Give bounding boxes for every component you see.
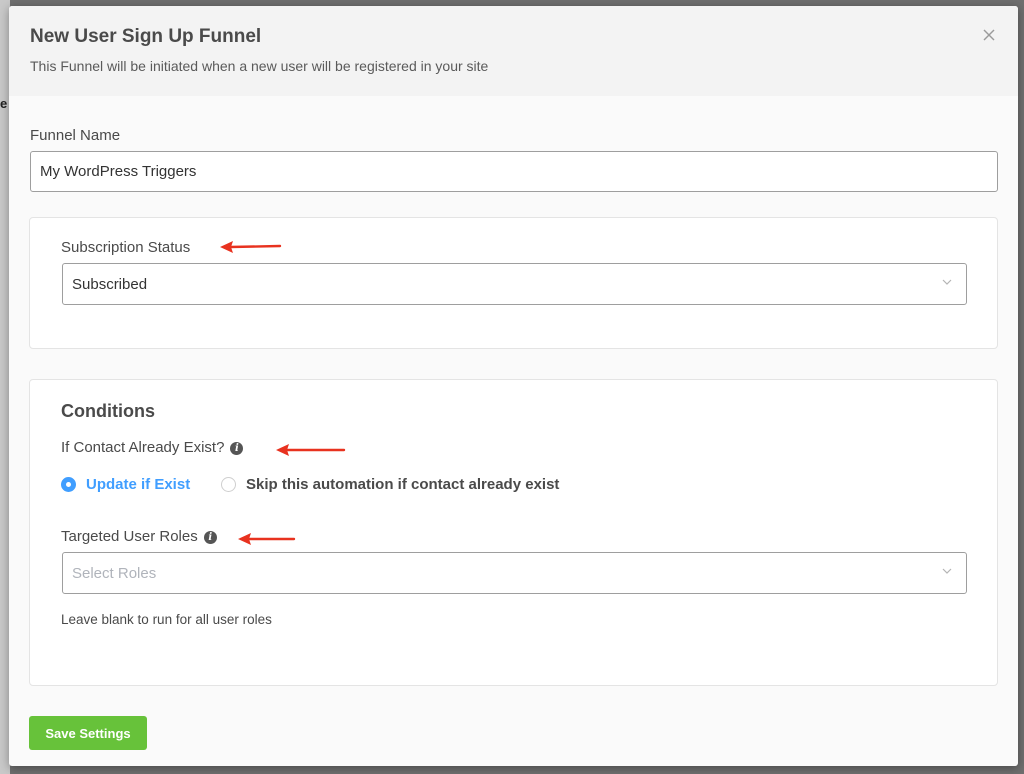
targeted-roles-label: Targeted User Roles i <box>61 528 217 545</box>
conditions-card: Conditions If Contact Already Exist? i Up… <box>29 379 998 686</box>
funnel-name-value: My WordPress Triggers <box>40 163 197 180</box>
annotation-arrow-icon <box>276 444 346 456</box>
subscription-status-card: Subscription Status Subscribed <box>29 217 998 349</box>
radio-checked-icon[interactable] <box>61 477 76 492</box>
modal-header: New User Sign Up Funnel This Funnel will… <box>9 6 1018 96</box>
annotation-arrow-icon <box>220 241 282 253</box>
close-icon[interactable] <box>980 26 998 44</box>
chevron-down-icon <box>942 568 952 574</box>
modal-title: New User Sign Up Funnel <box>30 26 262 47</box>
contact-exist-label-text: If Contact Already Exist? <box>61 439 225 456</box>
conditions-title: Conditions <box>61 401 155 421</box>
funnel-settings-modal: New User Sign Up Funnel This Funnel will… <box>9 6 1018 766</box>
save-settings-button[interactable]: Save Settings <box>29 716 147 750</box>
targeted-roles-label-text: Targeted User Roles <box>61 528 198 545</box>
info-icon[interactable]: i <box>230 442 244 455</box>
funnel-name-input[interactable]: My WordPress Triggers <box>30 151 998 192</box>
subscription-status-value: Subscribed <box>72 275 148 293</box>
targeted-roles-select[interactable]: Select Roles <box>62 552 967 594</box>
funnel-name-label: Funnel Name <box>30 127 121 144</box>
targeted-roles-placeholder: Select Roles <box>72 564 157 582</box>
radio-skip-automation[interactable]: Skip this automation if contact already … <box>221 476 559 493</box>
subscription-status-select[interactable]: Subscribed <box>62 263 967 305</box>
info-icon[interactable]: i <box>203 531 217 544</box>
radio-update-if-exist-label: Update if Exist <box>86 476 191 493</box>
backdrop-text-fragment: e <box>0 96 8 110</box>
annotation-arrow-icon <box>238 533 296 545</box>
radio-update-if-exist[interactable]: Update if Exist <box>61 476 190 493</box>
radio-unchecked-icon[interactable] <box>221 477 236 492</box>
chevron-down-icon <box>942 279 952 285</box>
contact-exist-label: If Contact Already Exist? i <box>61 439 244 456</box>
targeted-roles-help: Leave blank to run for all user roles <box>61 612 272 627</box>
modal-subtitle: This Funnel will be initiated when a new… <box>30 58 489 74</box>
radio-skip-automation-label: Skip this automation if contact already … <box>246 476 560 493</box>
subscription-status-label: Subscription Status <box>61 239 191 256</box>
